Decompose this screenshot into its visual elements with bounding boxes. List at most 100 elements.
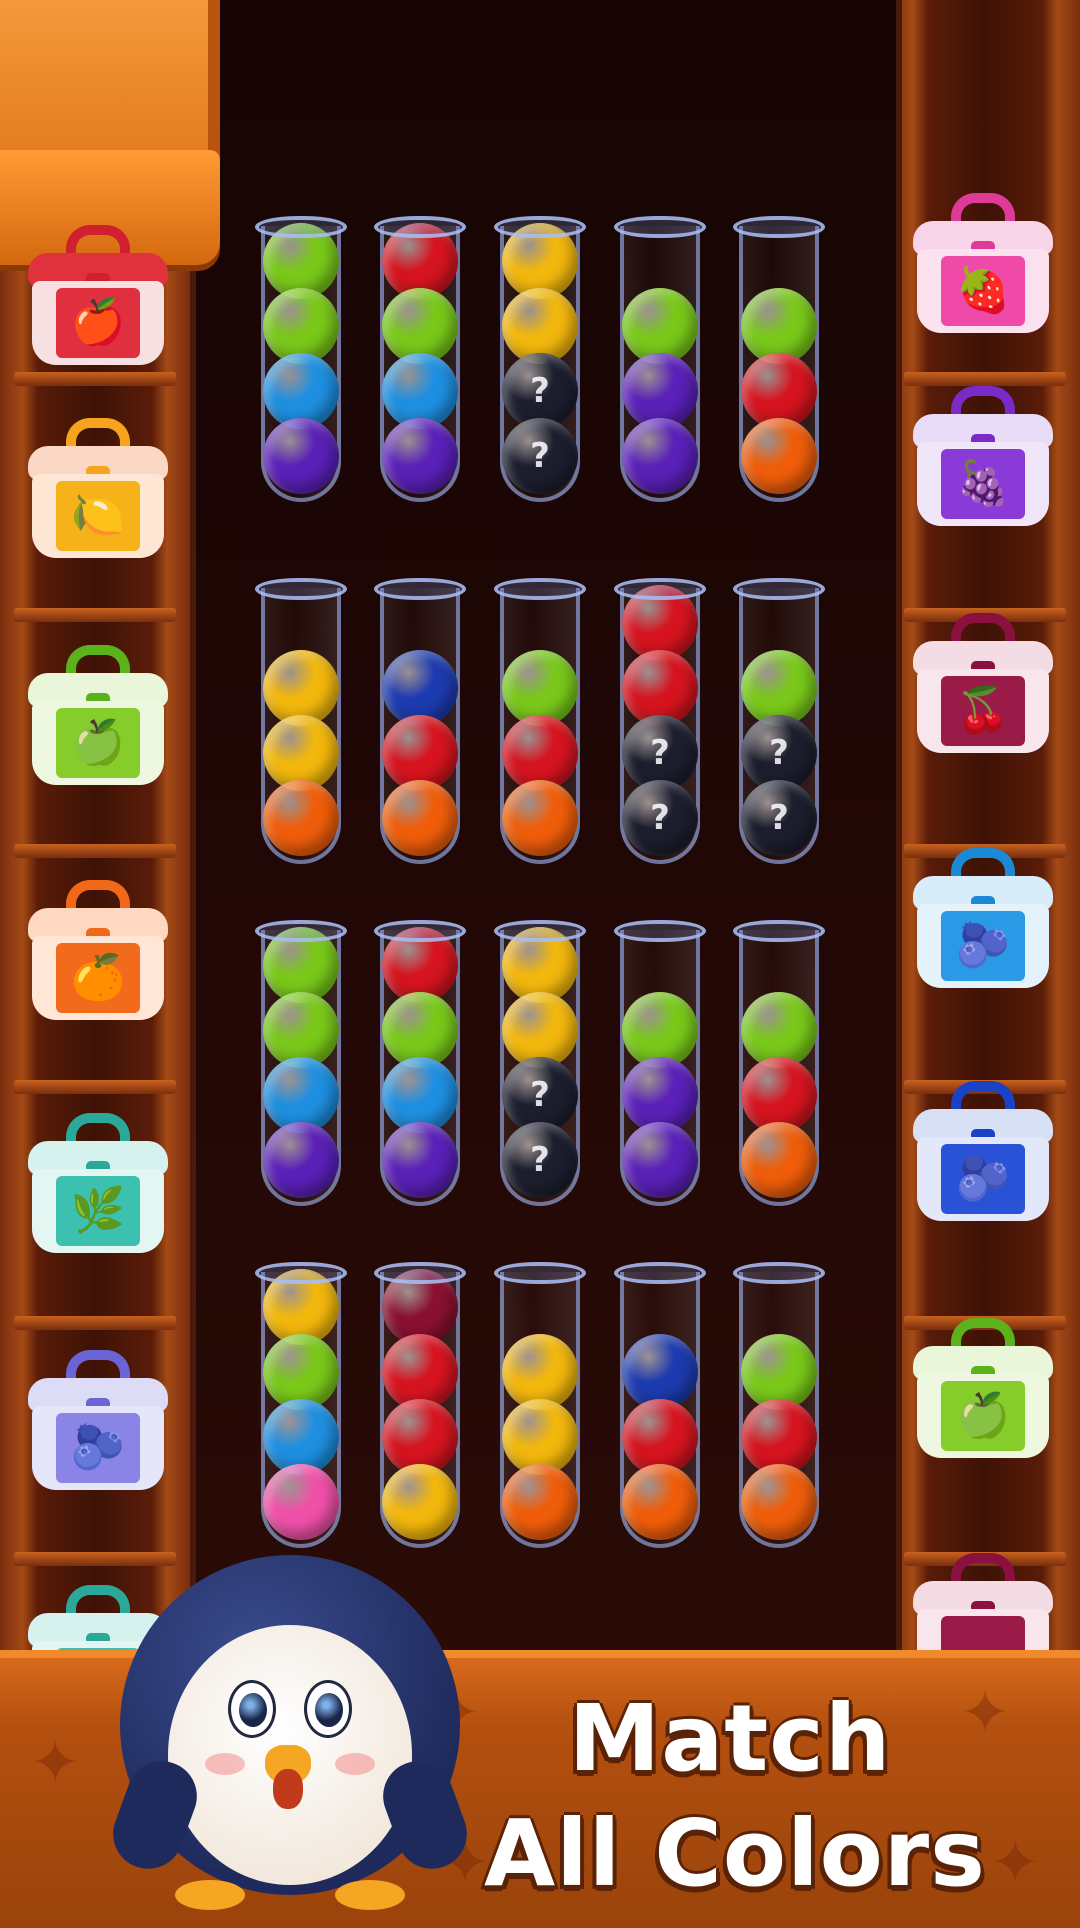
penguin-cheek: [335, 1753, 375, 1775]
sort-tube[interactable]: [374, 216, 466, 506]
purple-ball: [263, 1122, 339, 1198]
sort-tube[interactable]: ??: [494, 920, 586, 1210]
fruit-icon: 🍊: [56, 943, 140, 1013]
penguin-foot: [335, 1880, 405, 1910]
shelf-rung: [14, 844, 176, 858]
purple-ball: [622, 418, 698, 494]
lemon-jar[interactable]: 🍋: [28, 418, 168, 558]
jar-body: 🍓: [917, 249, 1049, 333]
orange-ball: [741, 1122, 817, 1198]
blueberry-jar[interactable]: 🫐: [913, 848, 1053, 988]
sort-tube[interactable]: ??: [614, 578, 706, 868]
jar-body: 🫐: [917, 1137, 1049, 1221]
banner-star-icon: ✦: [30, 1728, 81, 1798]
mystery-ball: ?: [622, 780, 698, 856]
orange-ball: [741, 418, 817, 494]
penguin-eye: [304, 1680, 352, 1738]
orange-ball: [502, 780, 578, 856]
penguin-mascot: [103, 1555, 477, 1920]
strawberry-jar[interactable]: 🍓: [913, 193, 1053, 333]
tube-rim: [494, 920, 586, 942]
tube-rim: [374, 578, 466, 600]
penguin-cheek: [205, 1753, 245, 1775]
jar-body: 🍏: [917, 1374, 1049, 1458]
tube-rim: [494, 1262, 586, 1284]
purple-ball: [622, 1122, 698, 1198]
fruit-icon: 🍒: [941, 676, 1025, 746]
tube-rim: [374, 216, 466, 238]
sort-tube[interactable]: [733, 216, 825, 506]
orange-jar[interactable]: 🍊: [28, 880, 168, 1020]
penguin-foot: [175, 1880, 245, 1910]
shelf-rung: [14, 608, 176, 622]
jar-body: 🍋: [32, 474, 164, 558]
tube-rim: [494, 216, 586, 238]
tube-rim: [614, 920, 706, 942]
sort-tube[interactable]: ??: [733, 578, 825, 868]
purple-ball: [382, 418, 458, 494]
purple-ball: [382, 1122, 458, 1198]
green-apple-jar[interactable]: 🍏: [913, 1318, 1053, 1458]
shelf-rung: [904, 372, 1066, 386]
mystery-ball: ?: [741, 780, 817, 856]
mystery-ball: ?: [502, 418, 578, 494]
orange-ball: [382, 780, 458, 856]
tube-rim: [733, 1262, 825, 1284]
sort-tube[interactable]: [733, 1262, 825, 1552]
orange-ball: [741, 1464, 817, 1540]
fruit-icon: 🫐: [941, 1144, 1025, 1214]
orange-ball: [622, 1464, 698, 1540]
tube-rim: [255, 1262, 347, 1284]
tube-rim: [733, 216, 825, 238]
tube-rim: [733, 578, 825, 600]
sort-tube[interactable]: [374, 920, 466, 1210]
shelf-rung: [14, 1316, 176, 1330]
sort-tube[interactable]: [614, 216, 706, 506]
penguin-mouth: [273, 1769, 303, 1809]
orange-ball: [263, 780, 339, 856]
sort-tube[interactable]: [374, 578, 466, 868]
blackberry-jar[interactable]: 🫐: [28, 1350, 168, 1490]
jar-body: 🍊: [32, 936, 164, 1020]
sort-tube[interactable]: [374, 1262, 466, 1552]
sort-tube[interactable]: [494, 578, 586, 868]
blackberry-jar[interactable]: 🫐: [913, 1081, 1053, 1221]
jar-body: 🌿: [32, 1169, 164, 1253]
sort-tube[interactable]: [255, 920, 347, 1210]
sort-tube[interactable]: [614, 1262, 706, 1552]
jar-body: 🍎: [32, 281, 164, 365]
sort-tube[interactable]: ??: [494, 216, 586, 506]
grape-jar[interactable]: 🍇: [913, 386, 1053, 526]
orange-ball: [502, 1464, 578, 1540]
yellow-ball: [382, 1464, 458, 1540]
fruit-icon: 🍏: [56, 708, 140, 778]
fruit-icon: 🫐: [941, 911, 1025, 981]
tube-rim: [614, 578, 706, 600]
tube-rim: [255, 216, 347, 238]
sort-tube[interactable]: [255, 216, 347, 506]
fruit-icon: 🌿: [56, 1176, 140, 1246]
sort-tube[interactable]: [255, 1262, 347, 1552]
banner-title-line2: All Colors: [484, 1800, 986, 1907]
cherry-jar[interactable]: 🍒: [913, 613, 1053, 753]
pink-ball: [263, 1464, 339, 1540]
shelf-rung: [14, 372, 176, 386]
fruit-icon: 🍇: [941, 449, 1025, 519]
jar-body: 🫐: [917, 904, 1049, 988]
mint-jar[interactable]: 🌿: [28, 1113, 168, 1253]
sort-tube[interactable]: [733, 920, 825, 1210]
apple-jar[interactable]: 🍎: [28, 225, 168, 365]
tube-rim: [614, 1262, 706, 1284]
tube-rim: [255, 578, 347, 600]
tube-rim: [374, 920, 466, 942]
sort-tube[interactable]: [255, 578, 347, 868]
sort-tube[interactable]: [494, 1262, 586, 1552]
shelf-rung: [14, 1080, 176, 1094]
jar-body: 🍇: [917, 442, 1049, 526]
green-apple-jar[interactable]: 🍏: [28, 645, 168, 785]
fruit-icon: 🫐: [56, 1413, 140, 1483]
sort-tube[interactable]: [614, 920, 706, 1210]
fruit-icon: 🍏: [941, 1381, 1025, 1451]
jar-body: 🫐: [32, 1406, 164, 1490]
tube-rim: [733, 920, 825, 942]
